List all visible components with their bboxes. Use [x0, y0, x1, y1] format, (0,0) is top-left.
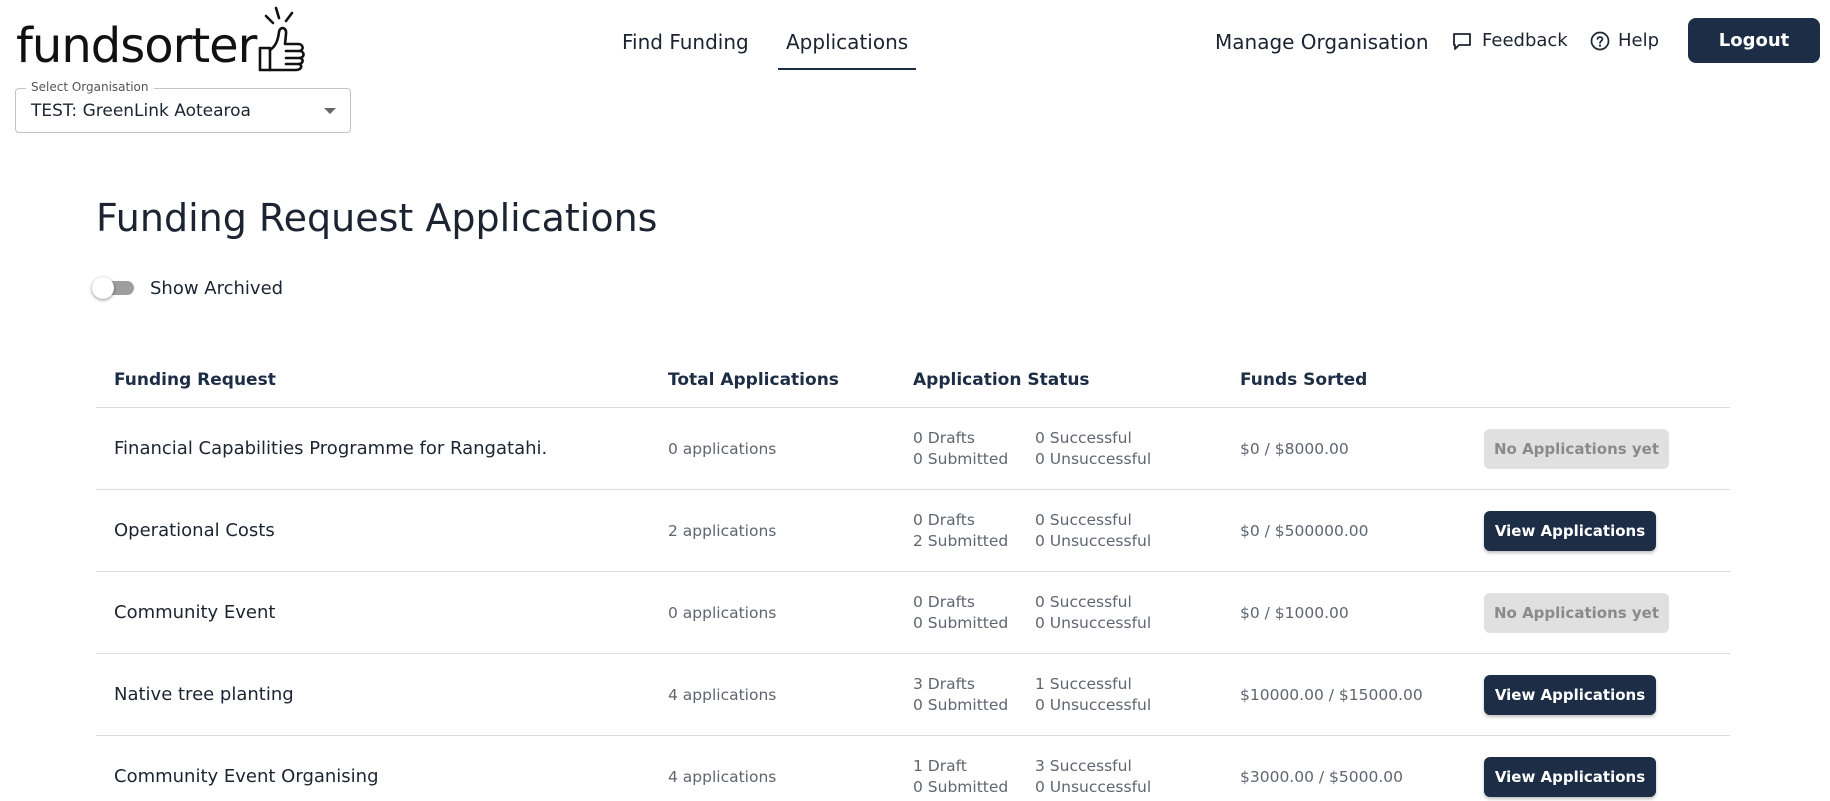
unsuccessful-count: 0 Unsuccessful [1035, 778, 1152, 796]
application-status: 3 Drafts 1 Successful 0 Submitted 0 Unsu… [913, 675, 1240, 714]
header-funds-sorted: Funds Sorted [1240, 369, 1368, 390]
nav-manage-organisation[interactable]: Manage Organisation [1215, 30, 1429, 54]
total-applications: 0 applications [668, 439, 777, 458]
drafts-count: 0 Drafts [913, 593, 975, 611]
application-status: 0 Drafts 0 Successful 2 Submitted 0 Unsu… [913, 511, 1240, 550]
funding-request-name: Financial Capabilities Programme for Ran… [114, 438, 548, 459]
header-funding-request: Funding Request [114, 369, 276, 390]
submitted-count: 0 Submitted [913, 614, 1009, 632]
funding-request-name: Community Event Organising [114, 766, 379, 787]
organisation-select-value: TEST: GreenLink Aotearoa [31, 100, 251, 121]
successful-count: 3 Successful [1035, 757, 1132, 775]
funding-request-name: Native tree planting [114, 684, 294, 705]
caret-down-icon [324, 108, 336, 114]
funding-requests-table: Funding Request Total Applications Appli… [96, 352, 1730, 801]
toggle-thumb [92, 277, 114, 299]
table-header: Funding Request Total Applications Appli… [96, 352, 1730, 408]
unsuccessful-count: 0 Unsuccessful [1035, 614, 1152, 632]
successful-count: 0 Successful [1035, 511, 1132, 529]
no-applications-button: No Applications yet [1484, 592, 1669, 633]
no-applications-button: No Applications yet [1484, 428, 1669, 469]
nav-find-funding[interactable]: Find Funding [622, 30, 749, 54]
submitted-count: 0 Submitted [913, 778, 1009, 796]
successful-count: 0 Successful [1035, 429, 1132, 447]
view-applications-button[interactable]: View Applications [1484, 756, 1656, 797]
application-status: 0 Drafts 0 Successful 0 Submitted 0 Unsu… [913, 429, 1240, 468]
funding-request-name: Community Event [114, 602, 276, 623]
funding-request-name: Operational Costs [114, 520, 275, 541]
table-row: Native tree planting 4 applications 3 Dr… [96, 654, 1730, 736]
funds-sorted: $3000.00 / $5000.00 [1240, 767, 1403, 786]
total-applications: 4 applications [668, 685, 777, 704]
show-archived-control: Show Archived [92, 276, 283, 300]
table-row: Financial Capabilities Programme for Ran… [96, 408, 1730, 490]
funds-sorted: $0 / $1000.00 [1240, 603, 1349, 622]
feedback-icon [1453, 32, 1471, 50]
total-applications: 4 applications [668, 767, 777, 786]
drafts-count: 1 Draft [913, 757, 967, 775]
view-applications-button[interactable]: View Applications [1484, 674, 1656, 715]
total-applications: 2 applications [668, 521, 777, 540]
unsuccessful-count: 0 Unsuccessful [1035, 450, 1152, 468]
unsuccessful-count: 0 Unsuccessful [1035, 532, 1152, 550]
successful-count: 1 Successful [1035, 675, 1132, 693]
header-total-applications: Total Applications [668, 369, 839, 390]
header-application-status: Application Status [913, 369, 1090, 390]
table-row: Operational Costs 2 applications 0 Draft… [96, 490, 1730, 572]
submitted-count: 0 Submitted [913, 450, 1009, 468]
view-applications-button[interactable]: View Applications [1484, 510, 1656, 551]
application-status: 0 Drafts 0 Successful 0 Submitted 0 Unsu… [913, 593, 1240, 632]
total-applications: 0 applications [668, 603, 777, 622]
table-row: Community Event Organising 4 application… [96, 736, 1730, 801]
logo-text: fundsorter [16, 18, 257, 74]
successful-count: 0 Successful [1035, 593, 1132, 611]
organisation-select-label: Select Organisation [26, 80, 154, 94]
show-archived-toggle[interactable] [92, 276, 136, 300]
unsuccessful-count: 0 Unsuccessful [1035, 696, 1152, 714]
page-title: Funding Request Applications [96, 196, 658, 240]
submitted-count: 0 Submitted [913, 696, 1009, 714]
application-status: 1 Draft 3 Successful 0 Submitted 0 Unsuc… [913, 757, 1240, 796]
thumbs-up-icon [259, 6, 306, 72]
logout-button[interactable]: Logout [1688, 18, 1820, 63]
submitted-count: 2 Submitted [913, 532, 1009, 550]
organisation-select[interactable]: Select Organisation TEST: GreenLink Aote… [15, 80, 351, 133]
help-link[interactable]: Help [1590, 30, 1659, 51]
feedback-link[interactable]: Feedback [1452, 30, 1568, 51]
nav-applications[interactable]: Applications [778, 30, 917, 70]
drafts-count: 0 Drafts [913, 429, 975, 447]
drafts-count: 3 Drafts [913, 675, 975, 693]
help-icon [1590, 31, 1610, 50]
feedback-label: Feedback [1482, 30, 1568, 51]
table-row: Community Event 0 applications 0 Drafts … [96, 572, 1730, 654]
show-archived-label: Show Archived [150, 277, 284, 299]
help-label: Help [1618, 30, 1660, 51]
funds-sorted: $0 / $8000.00 [1240, 439, 1349, 458]
drafts-count: 0 Drafts [913, 511, 975, 529]
fundsorter-logo[interactable]: fundsorter [16, 4, 310, 74]
funds-sorted: $10000.00 / $15000.00 [1240, 685, 1423, 704]
funds-sorted: $0 / $500000.00 [1240, 521, 1369, 540]
